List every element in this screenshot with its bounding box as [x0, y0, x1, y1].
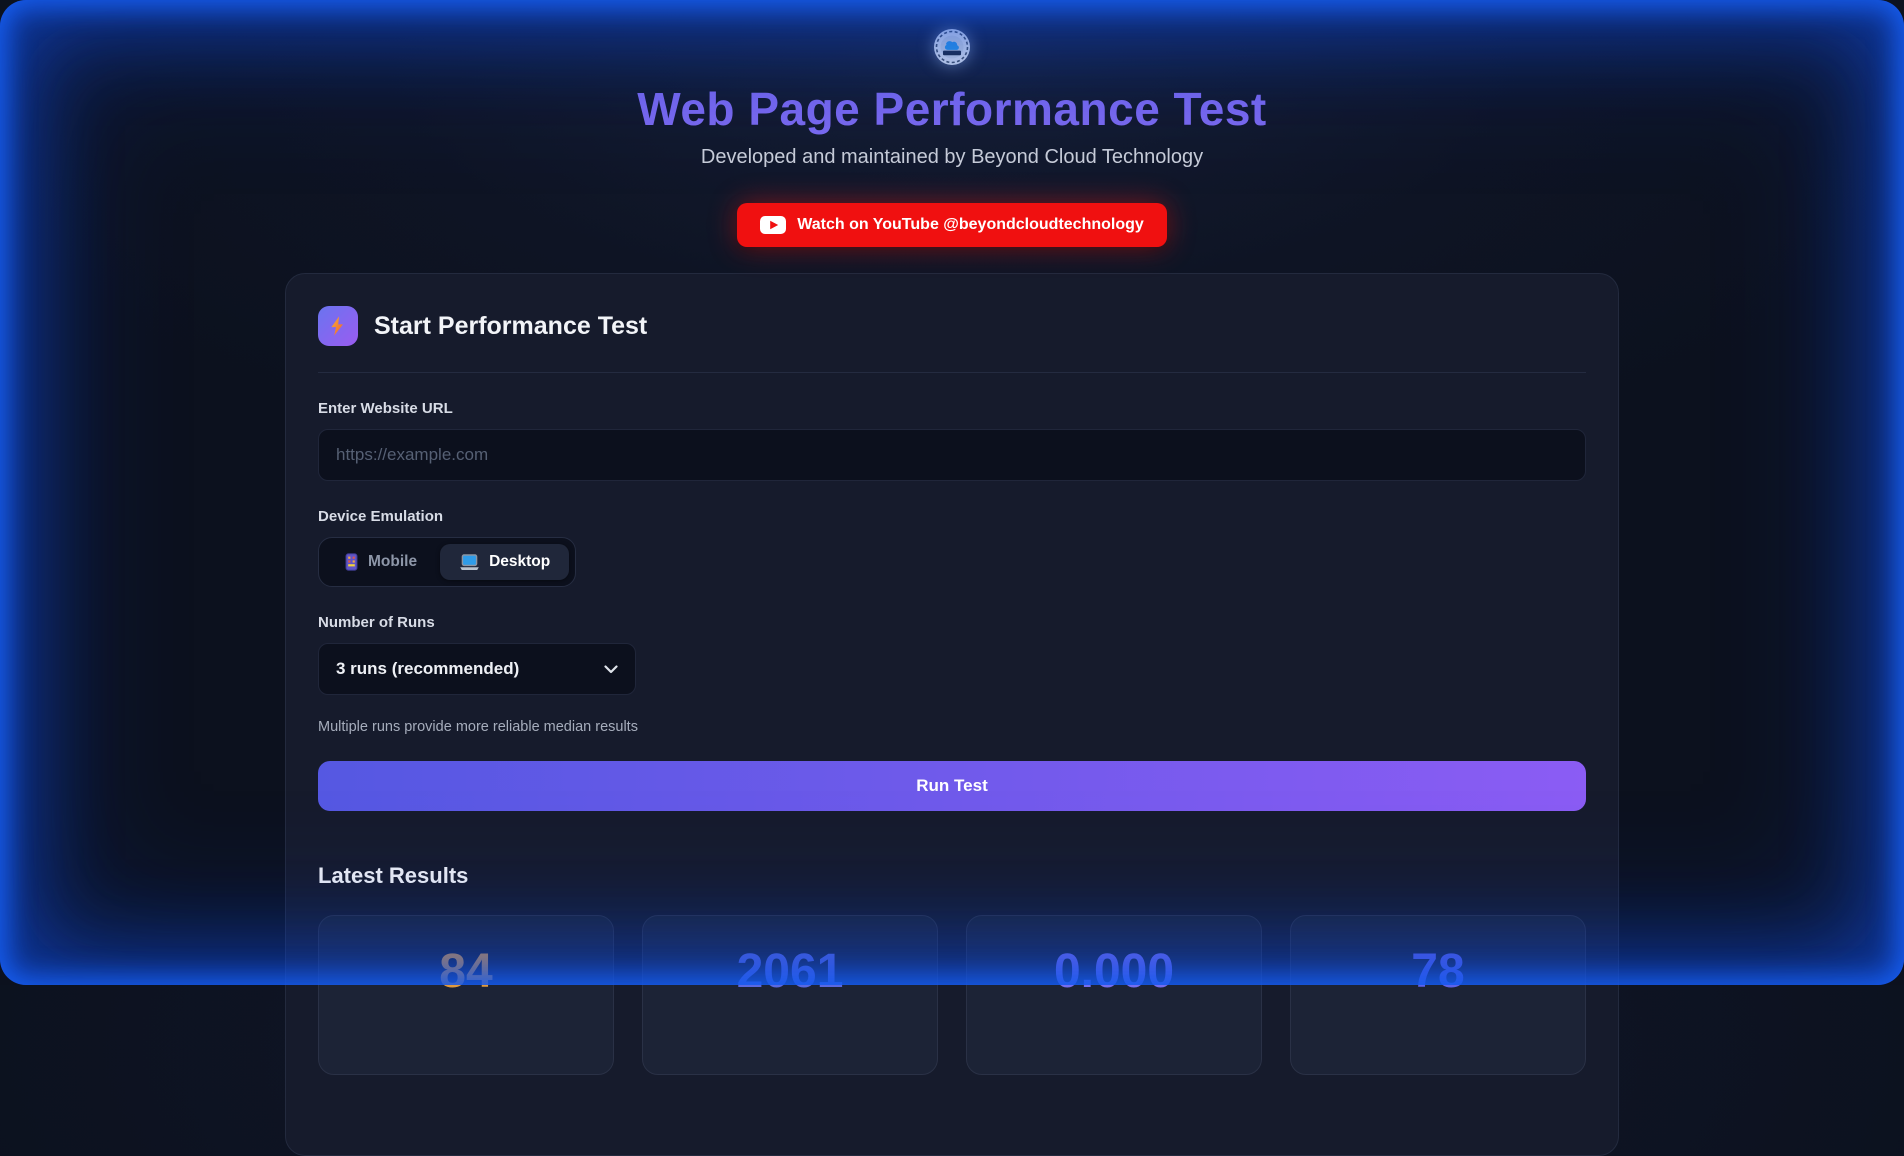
device-emulation-label: Device Emulation: [318, 508, 1586, 525]
performance-test-card: Start Performance Test Enter Website URL…: [285, 273, 1619, 1156]
device-option-desktop[interactable]: Desktop: [440, 544, 569, 580]
latest-results-heading: Latest Results: [318, 863, 1586, 889]
device-option-mobile-label: Mobile: [368, 553, 417, 571]
laptop-icon: [459, 554, 480, 571]
card-title: Start Performance Test: [374, 312, 647, 341]
result-value: 0.000: [1054, 948, 1174, 996]
watch-on-youtube-label: Watch on YouTube @beyondcloudtechnology: [797, 216, 1144, 234]
runs-helper-text: Multiple runs provide more reliable medi…: [318, 719, 1586, 735]
runs-form-group: Number of Runs 3 runs (recommended) Mult…: [318, 614, 1586, 735]
run-test-button[interactable]: Run Test: [318, 761, 1586, 811]
runs-selected-value: 3 runs (recommended): [336, 659, 519, 679]
page-header: Web Page Performance Test Developed and …: [0, 0, 1904, 247]
youtube-play-icon: [760, 216, 786, 234]
result-value: 2061: [737, 948, 844, 996]
watch-on-youtube-button[interactable]: Watch on YouTube @beyondcloudtechnology: [737, 203, 1167, 247]
result-value: 84: [439, 948, 492, 996]
number-of-runs-label: Number of Runs: [318, 614, 1586, 631]
device-option-mobile[interactable]: Mobile: [325, 544, 436, 580]
result-card: 2061: [642, 915, 938, 1075]
website-url-input[interactable]: [318, 429, 1586, 481]
beyond-cloud-logo-icon: [933, 28, 971, 66]
result-card: 0.000: [966, 915, 1262, 1075]
device-toggle-group: Mobile Desktop: [318, 537, 576, 587]
lightning-bolt-icon: [318, 306, 358, 346]
url-label: Enter Website URL: [318, 400, 1586, 417]
result-value: 78: [1411, 948, 1464, 996]
device-form-group: Device Emulation Mobile: [318, 508, 1586, 587]
result-card: 78: [1290, 915, 1586, 1075]
runs-select[interactable]: 3 runs (recommended): [318, 643, 636, 695]
chevron-down-icon: [604, 665, 618, 674]
card-header: Start Performance Test: [318, 306, 1586, 373]
mobile-phone-icon: [344, 553, 359, 571]
page-title: Web Page Performance Test: [0, 82, 1904, 136]
result-card: 84: [318, 915, 614, 1075]
results-grid: 84 2061 0.000 78: [318, 915, 1586, 1075]
page-root: Web Page Performance Test Developed and …: [0, 0, 1904, 1156]
page-subtitle: Developed and maintained by Beyond Cloud…: [0, 146, 1904, 169]
device-option-desktop-label: Desktop: [489, 553, 550, 571]
url-form-group: Enter Website URL: [318, 400, 1586, 481]
